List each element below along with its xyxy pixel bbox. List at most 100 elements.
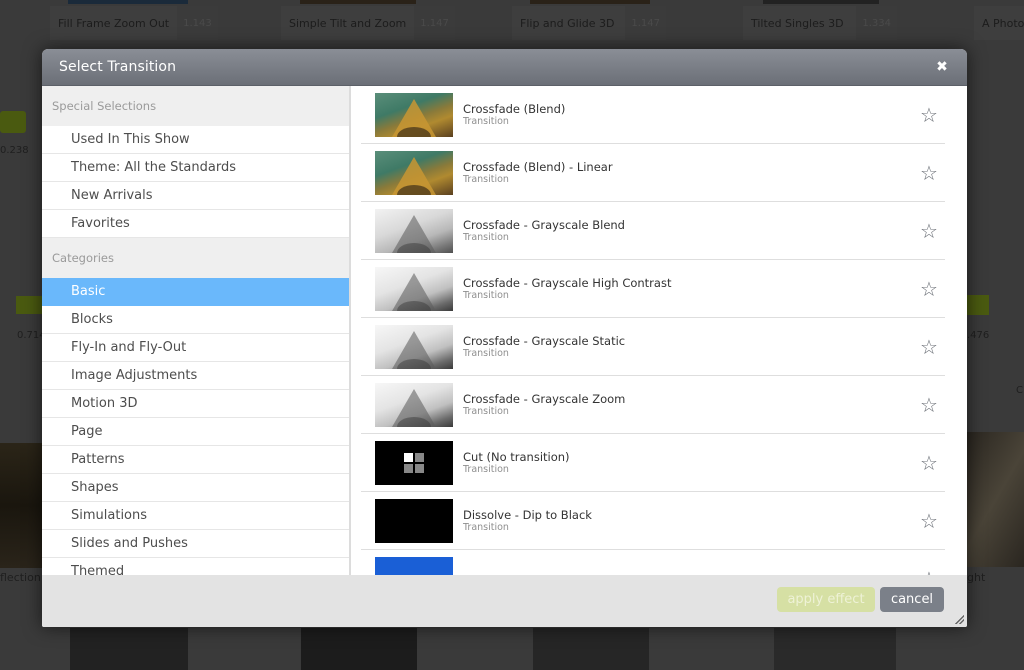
transition-title: Dissolve - Dip to Black <box>463 507 592 522</box>
transition-item[interactable]: Crossfade (Blend) Transition ☆ <box>361 86 945 144</box>
sidebar-item-motion-3d[interactable]: Motion 3D <box>42 390 349 418</box>
transition-title: Crossfade (Blend) - Linear <box>463 159 613 174</box>
bg-card-value: 1.147 <box>414 6 455 40</box>
section-header-categories: Categories <box>42 238 349 278</box>
transition-subtitle: Transition <box>463 405 509 417</box>
sidebar[interactable]: Special Selections Used In This Show The… <box>42 86 351 575</box>
transition-subtitle: Transition <box>463 463 509 475</box>
transition-thumbnail <box>375 266 453 311</box>
transition-title: Crossfade - Grayscale Blend <box>463 217 625 232</box>
dialog-title: Select Transition <box>59 59 177 75</box>
bg-card-value: 1.143 <box>177 6 218 40</box>
bg-card-label: A Photo E <box>974 6 1024 40</box>
transition-title: Crossfade - Grayscale Zoom <box>463 391 626 406</box>
dialog-header: Select Transition ✖ <box>42 49 967 86</box>
bg-card-label: Flip and Glide 3D 1.147 <box>512 6 666 40</box>
transition-title: Cut (No transition) <box>463 449 570 464</box>
bg-card-name: Flip and Glide 3D <box>520 16 615 30</box>
bg-card-value: 1.334 <box>856 6 897 40</box>
bg-value: ght <box>967 571 986 584</box>
star-icon[interactable]: ☆ <box>919 163 939 183</box>
transition-item[interactable]: Cut (No transition) Transition ☆ <box>361 434 945 492</box>
bg-value: flection <box>0 571 41 584</box>
transition-title: Crossfade - Grayscale Static <box>463 333 626 348</box>
star-icon[interactable]: ☆ <box>919 337 939 357</box>
select-transition-dialog: Select Transition ✖ Special Selections U… <box>42 49 967 627</box>
transition-subtitle: Transition <box>463 173 509 185</box>
star-icon[interactable]: ☆ <box>919 221 939 241</box>
transition-subtitle: Transition <box>463 347 509 359</box>
sidebar-item-simulations[interactable]: Simulations <box>42 502 349 530</box>
bg-thumbnail <box>300 0 416 4</box>
bg-card-name: Simple Tilt and Zoom <box>289 16 407 30</box>
bg-thumbnail <box>763 0 879 4</box>
star-icon[interactable]: ☆ <box>919 511 939 531</box>
transition-thumbnail <box>375 556 453 575</box>
bg-card-label: Fill Frame Zoom Out 1.143 <box>50 6 218 40</box>
bg-card-value: 1.147 <box>625 6 666 40</box>
transition-thumbnail <box>375 498 453 543</box>
transition-subtitle: Transition <box>463 289 509 301</box>
transition-item[interactable]: Crossfade (Blend) - Linear Transition ☆ <box>361 144 945 202</box>
sidebar-item-basic[interactable]: Basic <box>42 278 349 306</box>
sidebar-item-image-adjustments[interactable]: Image Adjustments <box>42 362 349 390</box>
transition-thumbnail <box>375 382 453 427</box>
bg-card-name: A Photo E <box>982 16 1024 30</box>
bg-card-name: Tilted Singles 3D <box>751 16 844 30</box>
bg-thumbnail <box>533 628 649 670</box>
sidebar-item-new-arrivals[interactable]: New Arrivals <box>42 182 349 210</box>
transition-thumbnail <box>375 92 453 137</box>
bg-card-name: Fill Frame Zoom Out <box>58 16 170 30</box>
cut-grid-icon <box>404 452 424 473</box>
resize-grip-icon[interactable] <box>955 615 964 624</box>
dialog-footer: apply effect cancel <box>42 575 967 627</box>
sidebar-item-patterns[interactable]: Patterns <box>42 446 349 474</box>
cancel-button[interactable]: cancel <box>880 587 944 612</box>
bg-value: .476 <box>967 330 990 341</box>
sidebar-item-theme[interactable]: Theme: All the Standards <box>42 154 349 182</box>
sidebar-item-fly-in-fly-out[interactable]: Fly-In and Fly-Out <box>42 334 349 362</box>
transition-subtitle: Transition <box>463 115 509 127</box>
sidebar-item-used-in-this-show[interactable]: Used In This Show <box>42 126 349 154</box>
sidebar-item-page[interactable]: Page <box>42 418 349 446</box>
section-header-special: Special Selections <box>42 86 349 126</box>
sidebar-item-blocks[interactable]: Blocks <box>42 306 349 334</box>
transition-thumbnail <box>375 440 453 485</box>
bg-thumbnail <box>774 628 896 670</box>
sidebar-item-slides-and-pushes[interactable]: Slides and Pushes <box>42 530 349 558</box>
sidebar-item-shapes[interactable]: Shapes <box>42 474 349 502</box>
transition-thumbnail <box>375 208 453 253</box>
transition-item[interactable]: Crossfade - Grayscale Blend Transition ☆ <box>361 202 945 260</box>
bg-thumbnail <box>0 443 42 568</box>
transition-item[interactable]: ☆ <box>361 550 945 575</box>
bg-value: C <box>1016 385 1023 396</box>
transition-item[interactable]: Dissolve - Dip to Black Transition ☆ <box>361 492 945 550</box>
bg-card-label: Simple Tilt and Zoom 1.147 <box>281 6 455 40</box>
transition-thumbnail <box>375 150 453 195</box>
transition-title: Crossfade (Blend) <box>463 101 566 116</box>
star-icon[interactable]: ☆ <box>919 395 939 415</box>
close-icon[interactable]: ✖ <box>935 60 949 74</box>
transition-thumbnail <box>375 324 453 369</box>
bg-thumbnail <box>68 0 188 4</box>
star-icon[interactable]: ☆ <box>919 279 939 299</box>
transition-title: Crossfade - Grayscale High Contrast <box>463 275 672 290</box>
transition-item[interactable]: Crossfade - Grayscale Static Transition … <box>361 318 945 376</box>
sidebar-item-favorites[interactable]: Favorites <box>42 210 349 238</box>
bg-thumbnail <box>70 628 188 670</box>
transition-item[interactable]: Crossfade - Grayscale Zoom Transition ☆ <box>361 376 945 434</box>
transition-subtitle: Transition <box>463 231 509 243</box>
bg-arrow-icon <box>967 295 989 315</box>
star-icon[interactable]: ☆ <box>919 453 939 473</box>
bg-badge-icon <box>0 111 26 133</box>
transition-item[interactable]: Crossfade - Grayscale High Contrast Tran… <box>361 260 945 318</box>
apply-effect-button[interactable]: apply effect <box>777 587 875 612</box>
transition-list[interactable]: Crossfade (Blend) Transition ☆ Crossfade… <box>351 86 967 575</box>
dialog-body: Special Selections Used In This Show The… <box>42 86 967 575</box>
transition-subtitle: Transition <box>463 521 509 533</box>
bg-thumbnail <box>301 628 417 670</box>
bg-value: 0.238 <box>0 145 29 156</box>
star-icon[interactable]: ☆ <box>919 105 939 125</box>
bg-arrow-icon <box>16 296 42 314</box>
sidebar-item-themed[interactable]: Themed <box>42 558 349 575</box>
